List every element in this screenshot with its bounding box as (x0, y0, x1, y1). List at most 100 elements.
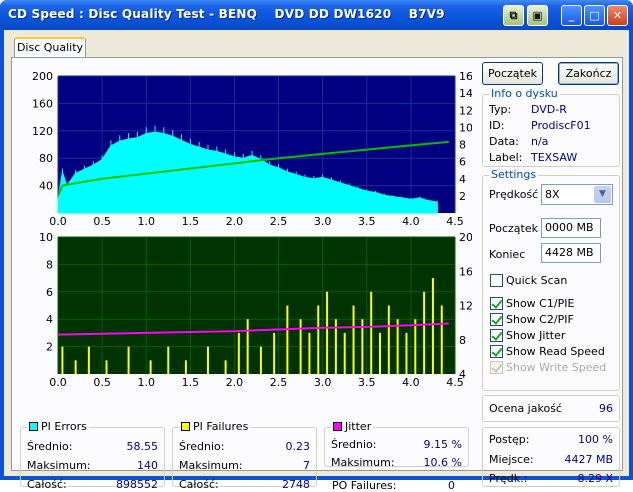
po-failures-label: PO Failures: (332, 479, 397, 492)
top-chart-y-tick-right: 10 (459, 121, 472, 134)
jitter-avg-label: Średnio: (331, 438, 377, 451)
pi-errors-group: PI Errors Średnio: 58.55 Maksimum: 140 C… (20, 420, 165, 491)
disc-id-label: ID: (489, 119, 505, 132)
progress-group: Postęp: 100 % Miejsce: 4427 MB Prędk.: 8… (482, 427, 620, 487)
bottom-chart-y-tick-right: 4 (459, 368, 466, 381)
bottom-chart-x-tick: 2.0 (226, 376, 244, 388)
settings-group: Settings Prędkość 8X ▼ Początek 0000 MB … (482, 168, 620, 391)
show-pif-label: Show C2/PIF (506, 313, 574, 326)
tab-panel: 0.0 0.5 1.0 1.5 2.0 2.5 3.0 3.5 4.0 4.5 200 160 120 8… (11, 57, 623, 492)
top-chart-y-tick-right: 16 (459, 70, 472, 83)
disc-type-label: Typ: (489, 103, 512, 116)
disc-type-value: DVD-R (531, 103, 567, 116)
bottom-chart-y-tick-left: 2 (46, 341, 53, 354)
pi-errors-title: PI Errors (27, 420, 89, 433)
top-chart-y-tick-left: 160 (32, 97, 53, 110)
bottom-chart-x-tick: 1.0 (137, 376, 155, 388)
disc-date-label: Data: (489, 135, 519, 148)
end-position-label: Koniec (489, 248, 526, 261)
top-chart-x-tick: 1.5 (182, 215, 200, 228)
jitter-group: Jitter Średnio: 9.15 % Maksimum: 10.6 % (324, 420, 469, 469)
tab-disc-quality[interactable]: Disc Quality (14, 37, 86, 58)
show-write-speed-label: Show Write Speed (506, 361, 607, 374)
bottom-chart-y-tick-left: 10 (39, 231, 53, 244)
show-pie-checkbox[interactable] (490, 297, 503, 310)
settings-title: Settings (489, 168, 539, 181)
top-chart-x-tick: 1.0 (137, 215, 155, 228)
disc-label-label: Label: (489, 151, 523, 164)
top-chart-x-tick: 2.0 (226, 215, 244, 228)
pi-failures-swatch (181, 422, 190, 431)
pi-failures-max-label: Maksimum: (179, 459, 243, 472)
top-chart-y-tick-right: 12 (459, 104, 472, 117)
client-area: Disc Quality 0.0 0.5 1.0 1.5 2.0 2.5 3.0 3.5 4.0… (4, 30, 629, 492)
bottom-chart-y-tick-right: 8 (459, 334, 466, 347)
bottom-chart-x-tick: 2.5 (270, 376, 288, 388)
bottom-chart-y-tick-left: 4 (46, 313, 53, 326)
disc-date-value: n/a (531, 135, 549, 148)
bottom-chart-y-tick-left: 8 (46, 258, 53, 271)
copy-icon[interactable]: ⧉ (503, 5, 524, 26)
title-bar[interactable]: CD Speed : Disc Quality Test - BENQ DVD … (0, 0, 633, 30)
finish-button[interactable]: Zakończ (558, 62, 619, 85)
bottom-chart-y-tick-right: 12 (459, 300, 472, 313)
charts-area: 0.0 0.5 1.0 1.5 2.0 2.5 3.0 3.5 4.0 4.5 200 160 120 8… (32, 70, 472, 388)
pi-failures-avg-value: 0.23 (285, 440, 311, 453)
top-chart-y-tick-left: 200 (32, 70, 53, 83)
disc-id-value: ProdiscF01 (531, 119, 591, 132)
quick-scan-checkbox[interactable] (490, 274, 503, 287)
current-speed-label: Prędk.: (489, 472, 528, 485)
show-jitter-label: Show Jitter (506, 329, 566, 342)
top-chart-x-tick: 3.5 (358, 215, 376, 228)
show-pif-checkbox[interactable] (490, 313, 503, 326)
show-write-speed-checkbox (490, 361, 503, 374)
top-chart-y-tick-left: 80 (39, 152, 53, 165)
top-chart-y-tick-right: 4 (459, 173, 466, 186)
top-chart-x-tick: 4.0 (402, 215, 420, 228)
start-button[interactable]: Początek (482, 62, 543, 85)
bottom-chart-x-tick: 1.5 (182, 376, 200, 388)
pi-errors-max-value: 140 (137, 459, 158, 472)
close-button[interactable]: ✕ (607, 5, 628, 26)
top-chart-y-tick-right: 14 (459, 87, 472, 100)
show-read-speed-checkbox[interactable] (490, 345, 503, 358)
end-position-field[interactable]: 4428 MB (541, 243, 601, 263)
pi-errors-avg-value: 58.55 (126, 440, 159, 453)
position-value: 4427 MB (564, 453, 613, 466)
po-failures-value: 0 (448, 479, 455, 492)
minimize-button[interactable]: _ (561, 5, 582, 26)
speed-label: Prędkość (489, 188, 539, 201)
top-chart-y-tick-left: 120 (32, 125, 53, 138)
window-title: CD Speed : Disc Quality Test - BENQ DVD … (8, 7, 445, 21)
save-icon[interactable]: ▣ (527, 5, 548, 26)
start-position-field[interactable]: 0000 MB (541, 218, 601, 238)
jitter-max-value: 10.6 % (423, 456, 462, 469)
top-chart-x-tick: 3.0 (314, 215, 332, 228)
pi-failures-title: PI Failures (179, 420, 251, 433)
disc-info-title: Info o dysku (489, 87, 560, 100)
quick-scan-label: Quick Scan (506, 274, 568, 287)
top-chart-x-tick: 0.5 (93, 215, 111, 228)
speed-select[interactable]: 8X ▼ (541, 184, 613, 205)
quality-score-label: Ocena jakość (489, 402, 562, 415)
jitter-avg-value: 9.15 % (423, 438, 462, 451)
jitter-title: Jitter (331, 420, 374, 433)
show-jitter-checkbox[interactable] (490, 329, 503, 342)
progress-value: 100 % (578, 433, 613, 446)
pi-errors-swatch (29, 422, 38, 431)
pi-errors-max-label: Maksimum: (27, 459, 91, 472)
bottom-chart-x-tick: 0.5 (93, 376, 111, 388)
bottom-chart-background (58, 237, 455, 374)
bottom-chart-x-tick: 4.0 (402, 376, 420, 388)
bottom-chart-y-tick-left: 6 (46, 286, 53, 299)
maximize-button[interactable]: □ (584, 5, 605, 26)
top-chart-x-tick: 4.5 (446, 215, 464, 228)
position-label: Miejsce: (489, 453, 534, 466)
bottom-chart-y-tick-right: 16 (459, 265, 472, 278)
pi-failures-group: PI Failures Średnio: 0.23 Maksimum: 7 Ca… (172, 420, 317, 491)
progress-label: Postęp: (489, 433, 530, 446)
pi-errors-avg-label: Średnio: (27, 440, 73, 453)
chevron-down-icon[interactable]: ▼ (594, 186, 611, 203)
jitter-swatch (333, 422, 342, 431)
bottom-chart-x-tick: 3.0 (314, 376, 332, 388)
